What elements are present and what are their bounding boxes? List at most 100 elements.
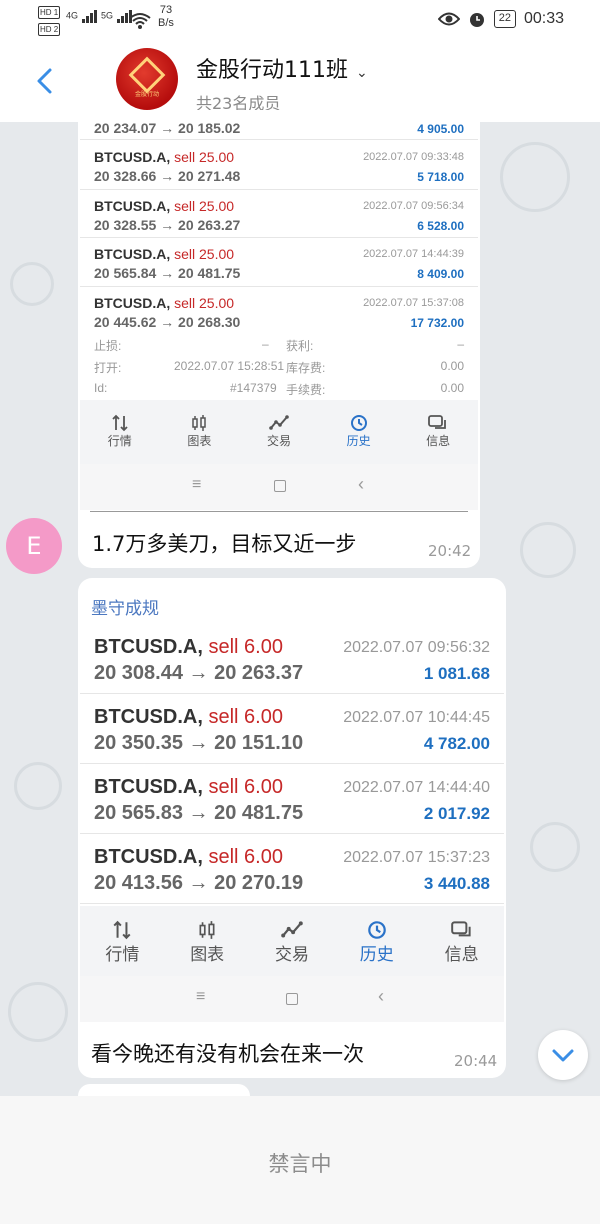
- trade-profit: 5 718.00: [417, 170, 464, 184]
- trade-profit: 4 905.00: [417, 122, 464, 136]
- clock: 00:33: [523, 10, 564, 27]
- history-icon: [350, 415, 367, 431]
- trade-symbol: BTCUSD.A, sell 25.00: [94, 246, 234, 262]
- trade-prices: 20 328.66 → 20 271.48: [94, 168, 241, 184]
- trade-prices: 20 350.35 → 20 151.10: [94, 732, 304, 754]
- trade-date: 2022.07.07 14:44:39: [363, 248, 464, 260]
- tab-label: 交易: [274, 945, 309, 964]
- network-type-2: 5G: [101, 10, 114, 21]
- fee-label: 手续费:: [286, 383, 326, 397]
- history-icon: [367, 921, 386, 939]
- tab-label: 图表: [190, 945, 225, 964]
- message-bubble[interactable]: 墨守成规 BTCUSD.A, sell 6.00 20 308.44 → 20 …: [78, 578, 506, 1078]
- id-label: Id:: [94, 381, 108, 395]
- trade-prices: 20 308.44 → 20 263.37: [94, 662, 304, 684]
- group-name-text: 金股行动111班: [196, 58, 348, 83]
- android-nav-bar: ≡ ‹: [80, 464, 478, 510]
- trade-action: sell 25.00: [174, 149, 235, 165]
- menu-icon: ≡: [196, 988, 206, 1005]
- quotes-icon: [112, 414, 128, 432]
- divider: [90, 511, 468, 512]
- muted-label: 禁言中: [268, 1152, 332, 1176]
- tab-trade: 交易: [250, 906, 335, 976]
- trade-date: 2022.07.07 14:44:40: [343, 779, 490, 796]
- background-pattern: [8, 982, 68, 1042]
- stop-loss-value: –: [262, 337, 269, 351]
- quotes-icon: [113, 920, 131, 940]
- trade-row: BTCUSD.A, sell 6.00 20 565.83 → 20 481.7…: [80, 764, 504, 834]
- trade-prices: 20 565.83 → 20 481.75: [94, 802, 304, 824]
- tab-label: 行情: [105, 945, 140, 964]
- trade-profit: 3 440.88: [423, 874, 490, 893]
- symbol-text: BTCUSD.A,: [94, 636, 203, 658]
- avatar-text: 金股行动: [134, 91, 159, 98]
- tab-label: 信息: [444, 945, 479, 964]
- tab-label: 交易: [266, 434, 291, 448]
- trade-symbol: BTCUSD.A, sell 6.00: [94, 636, 283, 659]
- trade-history-screenshot: 20 234.07 → 20 185.02 4 905.00 BTCUSD.A,…: [80, 110, 478, 510]
- scroll-down-button[interactable]: [538, 1030, 588, 1080]
- speed-unit: B/s: [158, 17, 174, 29]
- trade-symbol: BTCUSD.A, sell 6.00: [94, 846, 283, 869]
- home-icon: [286, 993, 298, 1005]
- take-profit-value: –: [457, 337, 464, 351]
- trade-date: 2022.07.07 09:56:32: [343, 639, 490, 656]
- symbol-text: BTCUSD.A,: [94, 846, 203, 868]
- sender-avatar[interactable]: E: [6, 518, 62, 574]
- trade-symbol: BTCUSD.A, sell 25.00: [94, 149, 234, 165]
- back-icon: ‹: [358, 474, 364, 494]
- tab-trade: 交易: [239, 400, 319, 464]
- speed-value: 73: [159, 4, 173, 16]
- tab-messages: 信息: [419, 906, 504, 976]
- sim-indicators: HD 1 HD 2: [38, 6, 62, 36]
- sender-name[interactable]: 墨守成规: [91, 594, 159, 619]
- messages-icon: [450, 921, 471, 937]
- tab-label: 图表: [187, 434, 212, 448]
- trade-row: BTCUSD.A, sell 6.00 20 350.35 → 20 151.1…: [80, 694, 504, 764]
- symbol-text: BTCUSD.A,: [94, 198, 171, 214]
- trade-action: sell 25.00: [174, 198, 235, 214]
- trade-row: 20 234.07 → 20 185.02 4 905.00: [80, 110, 478, 140]
- battery-indicator: 22: [493, 10, 516, 28]
- muted-footer: 禁言中: [0, 1096, 600, 1224]
- signal-icon-1: [81, 10, 97, 23]
- symbol-text: BTCUSD.A,: [94, 776, 203, 798]
- swap-label: 库存费:: [286, 361, 326, 375]
- group-name[interactable]: 金股行动111班 ⌄: [196, 52, 368, 84]
- trade-profit: 2 017.92: [423, 804, 490, 823]
- background-pattern: [530, 822, 580, 872]
- tab-label: 行情: [107, 434, 132, 448]
- symbol-text: BTCUSD.A,: [94, 295, 171, 311]
- symbol-text: BTCUSD.A,: [94, 149, 171, 165]
- home-icon: [274, 480, 286, 492]
- take-profit-label: 获利:: [286, 339, 314, 353]
- trade-prices: 20 445.62 → 20 268.30: [94, 314, 241, 330]
- status-right: 22 00:33: [437, 10, 564, 28]
- trade-action: sell 6.00: [208, 706, 283, 728]
- trade-date: 2022.07.07 09:56:34: [363, 200, 464, 212]
- message-text: 看今晚还有没有机会在来一次: [91, 1042, 364, 1066]
- open-label: 打开:: [94, 361, 122, 375]
- trade-row: BTCUSD.A, sell 6.00 20 308.44 → 20 263.3…: [80, 624, 504, 694]
- trade-symbol: BTCUSD.A, sell 6.00: [94, 776, 283, 799]
- chevron-down-icon[interactable]: ⌄: [356, 65, 368, 81]
- back-arrow-icon[interactable]: [30, 64, 60, 98]
- background-pattern: [10, 262, 54, 306]
- chevron-down-icon: [552, 1049, 574, 1062]
- group-avatar[interactable]: 金股行动: [116, 48, 178, 110]
- eye-icon: [437, 12, 460, 26]
- trade-date: 2022.07.07 09:33:48: [363, 151, 464, 163]
- tab-label: 历史: [359, 945, 394, 964]
- trade-date: 2022.07.07 15:37:23: [343, 849, 490, 866]
- trade-action: sell 6.00: [208, 846, 283, 868]
- message-bubble[interactable]: 20 234.07 → 20 185.02 4 905.00 BTCUSD.A,…: [78, 110, 480, 568]
- trade-profit: 17 732.00: [410, 316, 464, 330]
- open-value: 2022.07.07 15:28:51: [174, 359, 285, 373]
- background-pattern: [14, 762, 62, 810]
- tab-label: 历史: [346, 434, 371, 448]
- candlestick-icon: [199, 921, 215, 939]
- trade-prices: 20 413.56 → 20 270.19: [94, 872, 304, 894]
- trade-row-expanded: BTCUSD.A, sell 25.00 20 445.62 → 20 268.…: [80, 287, 478, 399]
- trade-date: 2022.07.07 10:44:45: [343, 709, 490, 726]
- tab-chart: 图表: [165, 906, 250, 976]
